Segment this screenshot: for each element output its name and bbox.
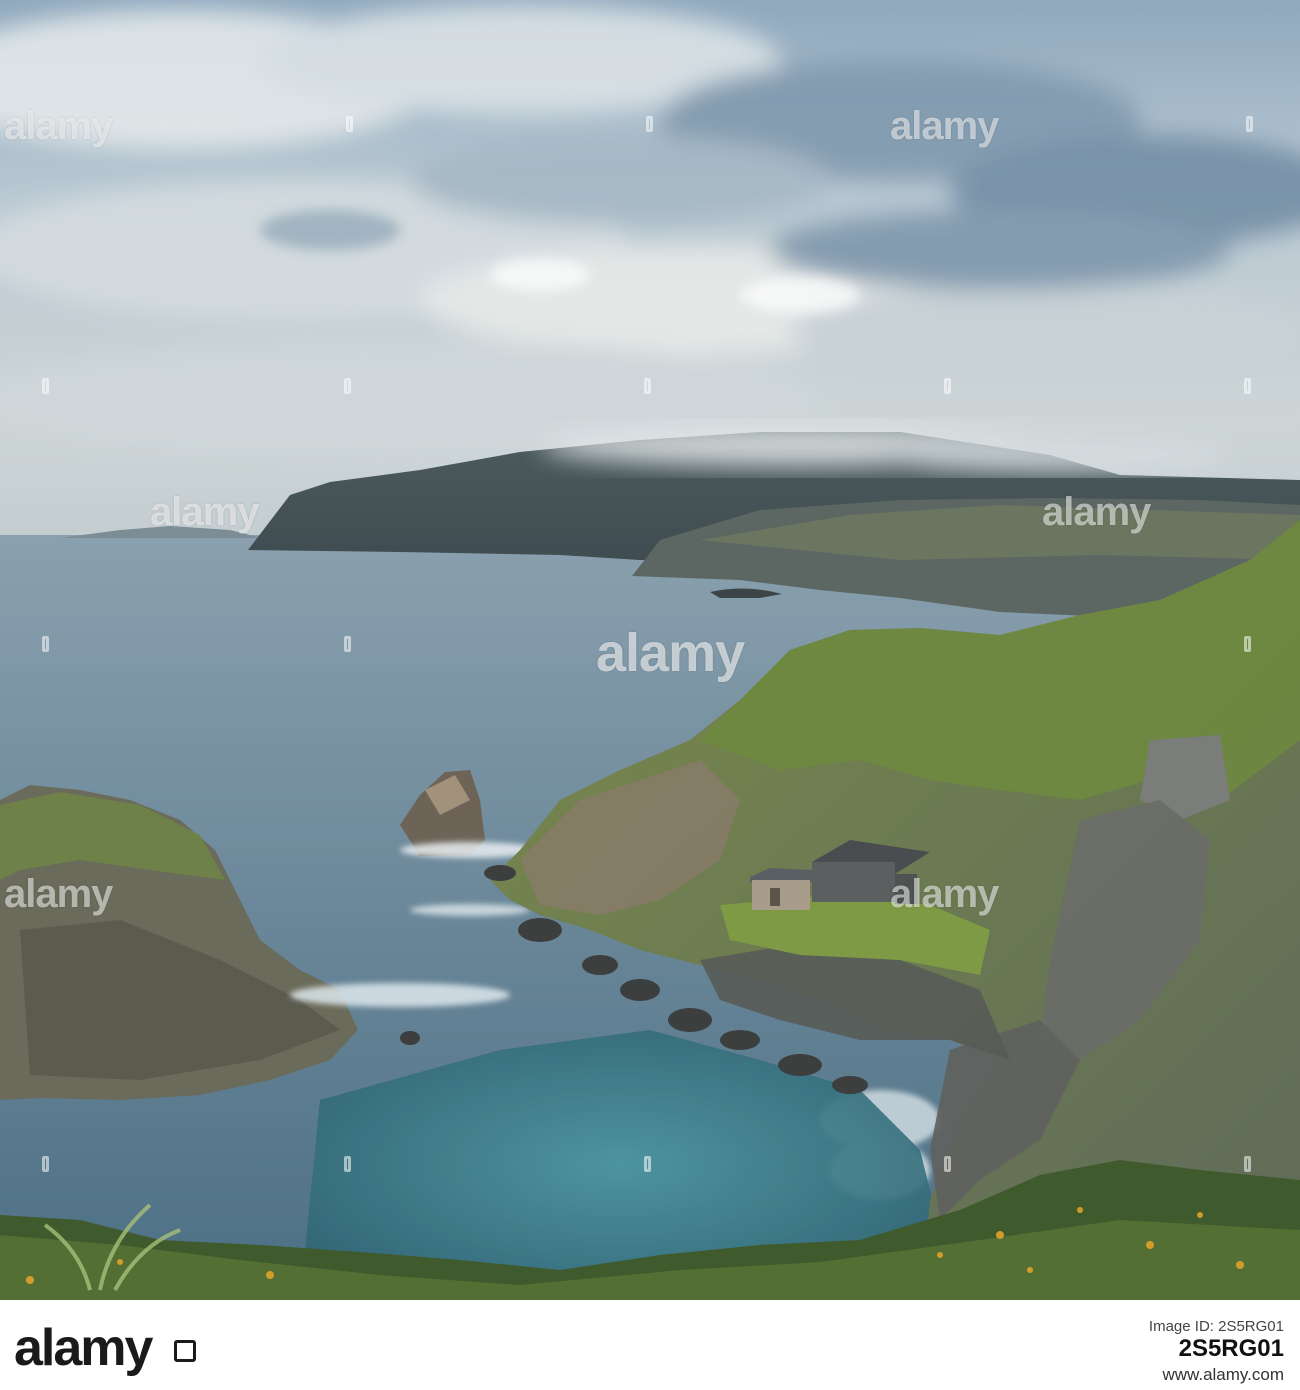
footer-logo[interactable]: alamy [14, 1318, 153, 1378]
site-url[interactable]: www.alamy.com [1149, 1365, 1284, 1385]
image-id-label: Image ID: 2S5RG01 [1148, 1318, 1284, 1335]
photo: alamy alamy alamy alamy alamy alamy alam… [0, 0, 1300, 1300]
logo-mark-icon [174, 1340, 196, 1362]
landscape-photo [0, 0, 1300, 1300]
image-id: 2S5RG01 [1178, 1335, 1284, 1362]
footer-bar: alamy Image ID: 2S5RG01 2S5RG01 www.alam… [0, 1300, 1300, 1390]
footer-info: Image ID: 2S5RG01 2S5RG01 www.alamy.com [1149, 1318, 1284, 1385]
